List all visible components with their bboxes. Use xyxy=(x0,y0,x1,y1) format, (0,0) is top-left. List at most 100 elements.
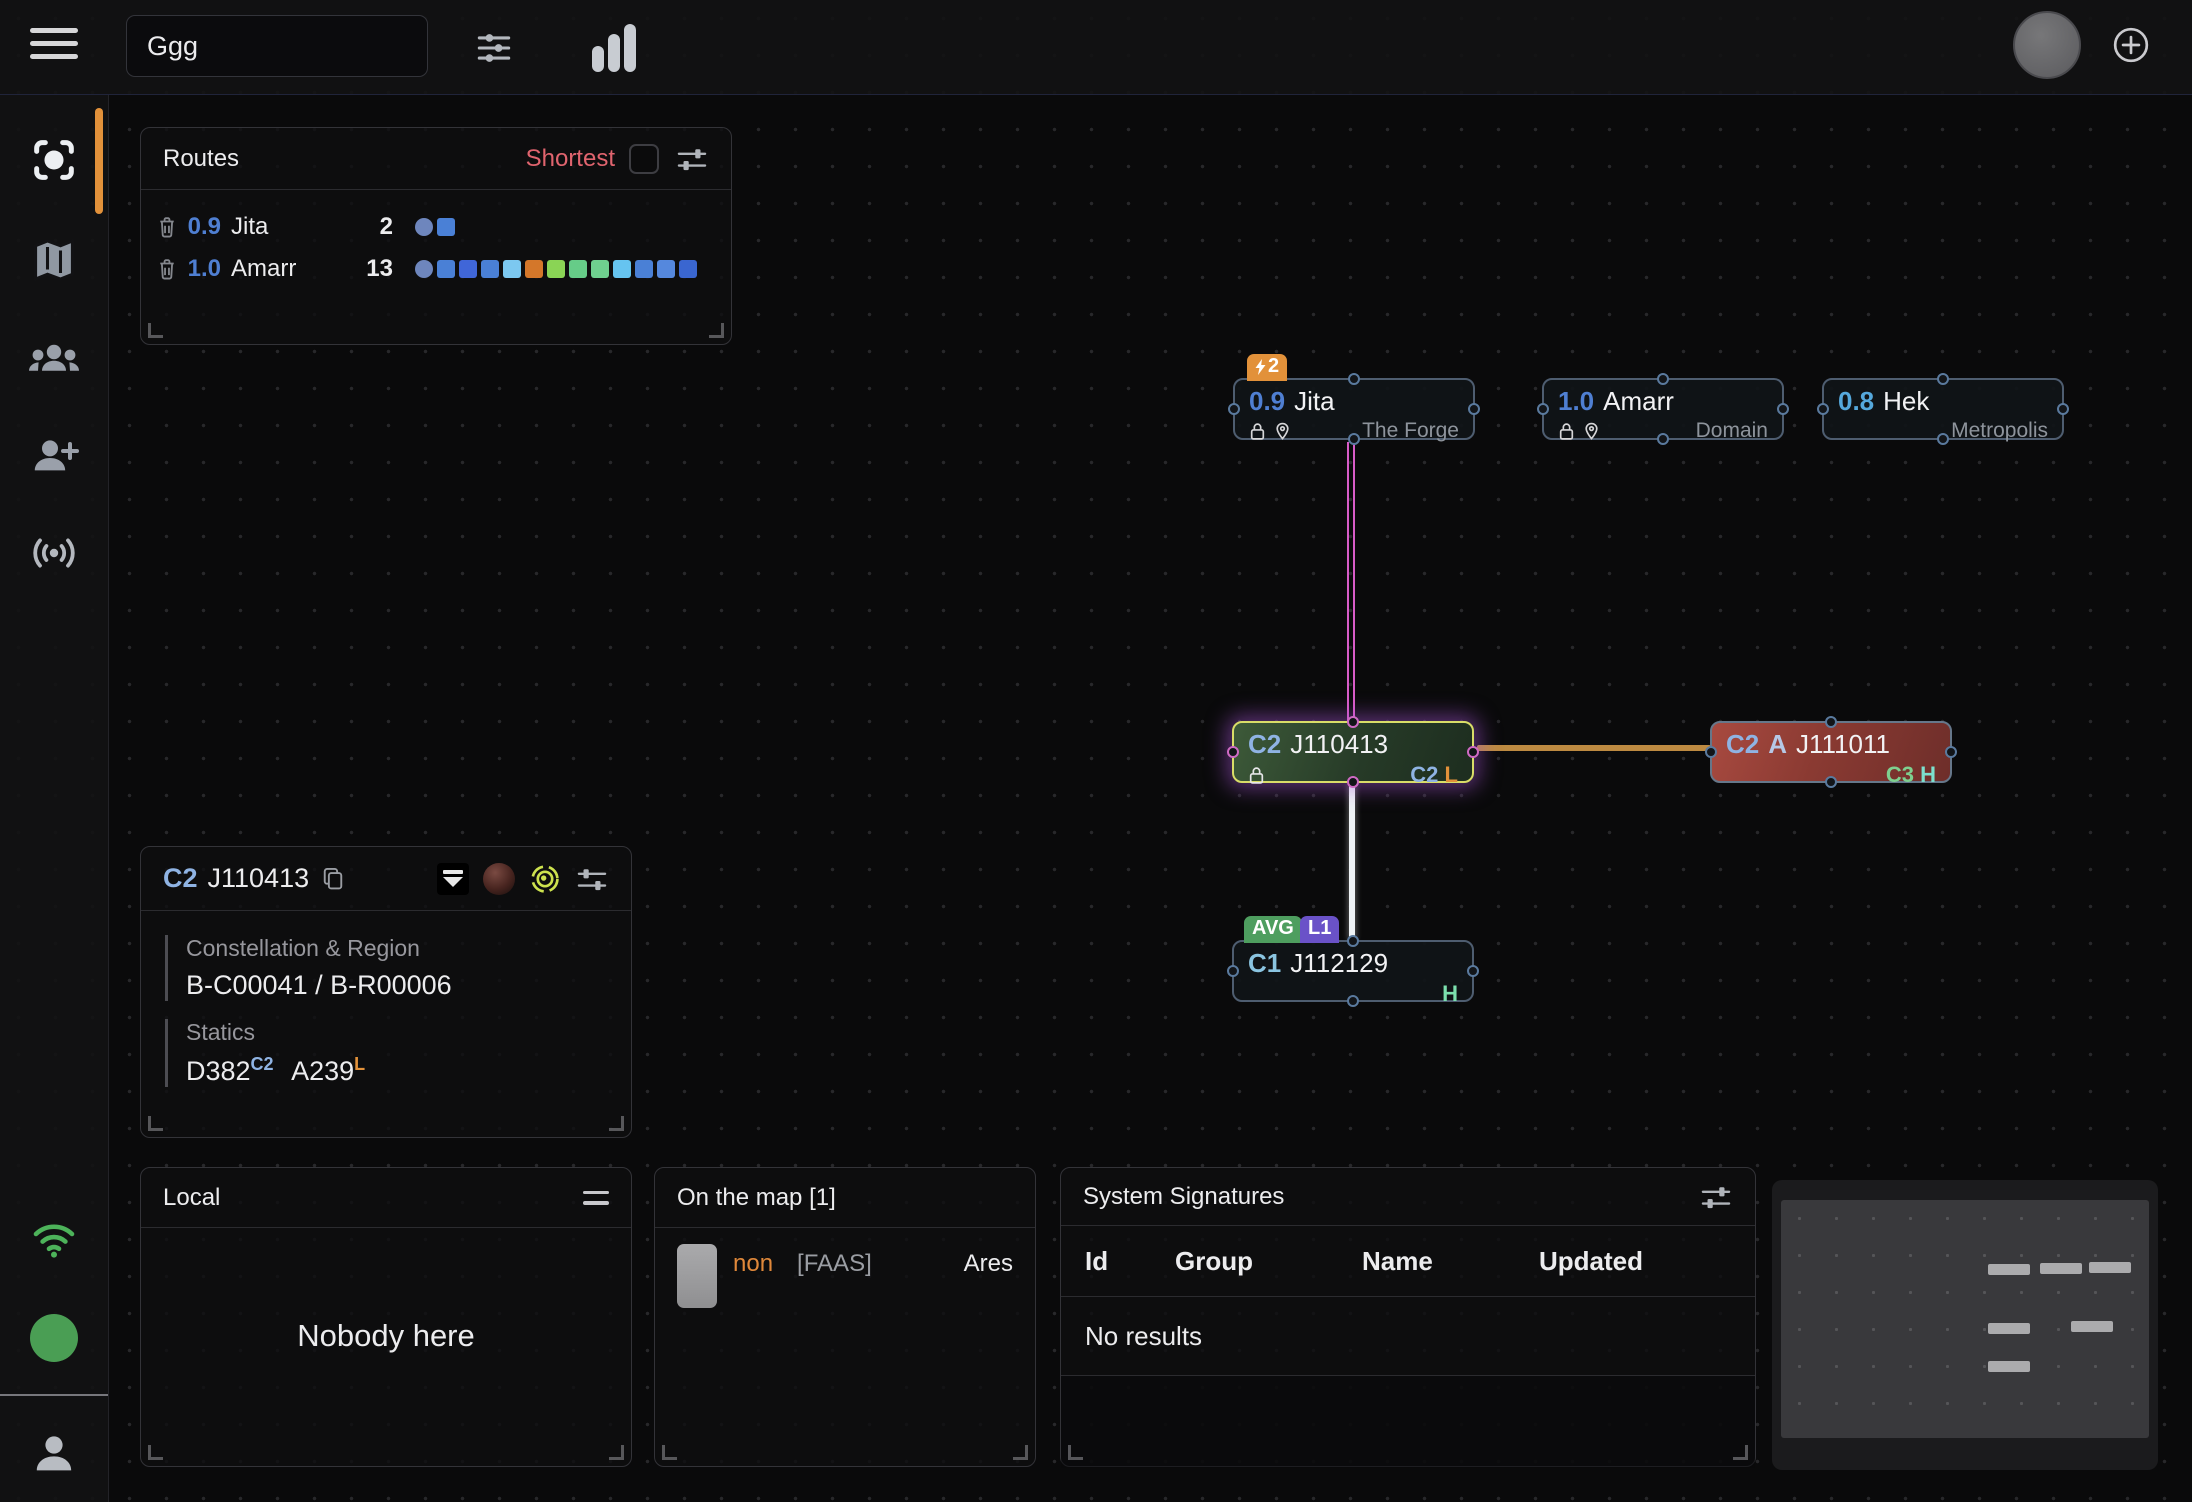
connector-handle[interactable] xyxy=(1228,403,1240,415)
connector-handle[interactable] xyxy=(1467,746,1479,758)
copy-icon[interactable] xyxy=(321,866,345,892)
connector-handle[interactable] xyxy=(1777,403,1789,415)
connector-handle[interactable] xyxy=(1348,433,1360,445)
connector-handle[interactable] xyxy=(1657,373,1669,385)
local-menu-icon[interactable] xyxy=(583,1191,609,1205)
jump-chip xyxy=(679,260,697,278)
column-name[interactable]: Name xyxy=(1362,1246,1539,1277)
connector-handle[interactable] xyxy=(1657,433,1669,445)
column-group[interactable]: Group xyxy=(1175,1246,1362,1277)
connector-handle[interactable] xyxy=(1468,403,1480,415)
delete-route-icon[interactable] xyxy=(157,258,177,280)
connector-handle[interactable] xyxy=(1825,776,1837,788)
sidebar-item-profile[interactable] xyxy=(0,1428,108,1482)
connector-handle[interactable] xyxy=(1937,433,1949,445)
l1-badge: L1 xyxy=(1300,916,1339,943)
resize-handle[interactable] xyxy=(662,1445,677,1460)
system-node-j112129[interactable]: AVG L1 C1 J112129 H xyxy=(1232,940,1474,1002)
resize-handle[interactable] xyxy=(1068,1445,1083,1460)
connector-handle[interactable] xyxy=(1347,776,1359,788)
route-row-jita[interactable]: 0.9 Jita 2 xyxy=(141,206,731,248)
connector-handle[interactable] xyxy=(1467,965,1479,977)
lock-icon xyxy=(1248,766,1265,785)
system-node-hek[interactable]: 0.8 Hek Metropolis xyxy=(1822,378,2064,440)
connector-handle[interactable] xyxy=(2057,403,2069,415)
resize-handle[interactable] xyxy=(1013,1445,1028,1460)
pilot-row[interactable]: non [FAAS] Ares xyxy=(655,1228,1035,1324)
left-sidebar xyxy=(0,94,109,1502)
system-node-jita[interactable]: 2 0.9 Jita The Forge xyxy=(1233,378,1475,440)
statics-value: D382C2 A239L xyxy=(186,1054,631,1087)
lock-icon xyxy=(1558,422,1575,441)
resize-handle[interactable] xyxy=(148,1445,163,1460)
connector-handle[interactable] xyxy=(1825,716,1837,728)
signatures-footer-area xyxy=(1061,1376,1755,1468)
system-effect-icon[interactable] xyxy=(529,863,561,895)
connector-handle[interactable] xyxy=(1347,716,1359,728)
connector-handle[interactable] xyxy=(1347,935,1359,947)
sidebar-item-characters[interactable] xyxy=(0,336,108,384)
planet-thumbnail[interactable] xyxy=(483,863,515,895)
resize-handle[interactable] xyxy=(148,1116,163,1131)
minimap-node-bar xyxy=(2071,1321,2113,1332)
menu-icon[interactable] xyxy=(30,28,78,66)
connector-handle[interactable] xyxy=(1347,995,1359,1007)
routes-settings-icon[interactable] xyxy=(675,143,709,175)
delete-route-icon[interactable] xyxy=(157,216,177,238)
route-mode-checkbox[interactable] xyxy=(629,144,659,174)
sidebar-item-focus[interactable] xyxy=(0,134,108,186)
jump-chip xyxy=(437,260,455,278)
routes-panel: Routes Shortest 0.9 Jita 2 1.0 Amarr 13 xyxy=(140,127,732,345)
column-updated[interactable]: Updated xyxy=(1539,1246,1731,1277)
constellation-region-section: Constellation & Region B-C00041 / B-R000… xyxy=(165,935,631,1001)
route-destination: Amarr xyxy=(231,255,296,283)
resize-handle[interactable] xyxy=(709,323,724,338)
system-node-amarr[interactable]: 1.0 Amarr Domain xyxy=(1542,378,1784,440)
connector-handle[interactable] xyxy=(1817,403,1829,415)
wormhole-class: C2 xyxy=(1726,729,1759,760)
connections-badge: 2 xyxy=(1247,354,1287,381)
online-status-dot xyxy=(0,1312,108,1364)
jump-chip xyxy=(415,218,433,236)
map-overview-widget[interactable] xyxy=(1772,1180,2158,1470)
connector-handle[interactable] xyxy=(1705,746,1717,758)
resize-handle[interactable] xyxy=(609,1116,624,1131)
system-node-j110413-selected[interactable]: C2 J110413 C2 L xyxy=(1232,721,1474,783)
avg-badge: AVG xyxy=(1244,916,1302,943)
route-jump-chips xyxy=(415,260,715,278)
jump-chip xyxy=(459,260,477,278)
map-overview-canvas[interactable] xyxy=(1781,1200,2149,1438)
collapse-class-icon[interactable] xyxy=(437,863,469,895)
system-node-j111011[interactable]: C2 A J111011 C3 H xyxy=(1710,721,1952,783)
location-pin-icon xyxy=(1583,422,1600,441)
sidebar-item-signals[interactable] xyxy=(0,528,108,578)
sidebar-item-map[interactable] xyxy=(0,234,108,286)
route-destination: Jita xyxy=(231,213,268,241)
add-map-icon[interactable] xyxy=(2112,26,2150,64)
local-empty-text: Nobody here xyxy=(141,1318,631,1354)
connector-handle[interactable] xyxy=(1227,746,1239,758)
jump-chip xyxy=(525,260,543,278)
route-row-amarr[interactable]: 1.0 Amarr 13 xyxy=(141,248,731,290)
resize-handle[interactable] xyxy=(148,323,163,338)
resize-handle[interactable] xyxy=(1733,1445,1748,1460)
map-filter-icon[interactable] xyxy=(472,26,516,70)
signatures-header-row: Id Group Name Updated xyxy=(1061,1226,1755,1297)
wormhole-class: C1 xyxy=(1248,948,1281,979)
selected-system-name: J110413 xyxy=(208,863,310,894)
route-mode-label[interactable]: Shortest xyxy=(526,145,615,173)
connector-handle[interactable] xyxy=(1348,373,1360,385)
resize-handle[interactable] xyxy=(609,1445,624,1460)
sidebar-item-add-character[interactable] xyxy=(0,432,108,480)
connector-handle[interactable] xyxy=(1537,403,1549,415)
map-name-input[interactable] xyxy=(126,15,428,77)
statistics-icon[interactable] xyxy=(586,20,640,76)
column-id[interactable]: Id xyxy=(1085,1246,1175,1277)
signatures-settings-icon[interactable] xyxy=(1699,1181,1733,1213)
info-settings-icon[interactable] xyxy=(575,863,609,895)
connector-handle[interactable] xyxy=(1945,746,1957,758)
local-title: Local xyxy=(163,1184,220,1212)
connector-handle[interactable] xyxy=(1227,965,1239,977)
user-avatar[interactable] xyxy=(2013,11,2081,79)
connector-handle[interactable] xyxy=(1937,373,1949,385)
